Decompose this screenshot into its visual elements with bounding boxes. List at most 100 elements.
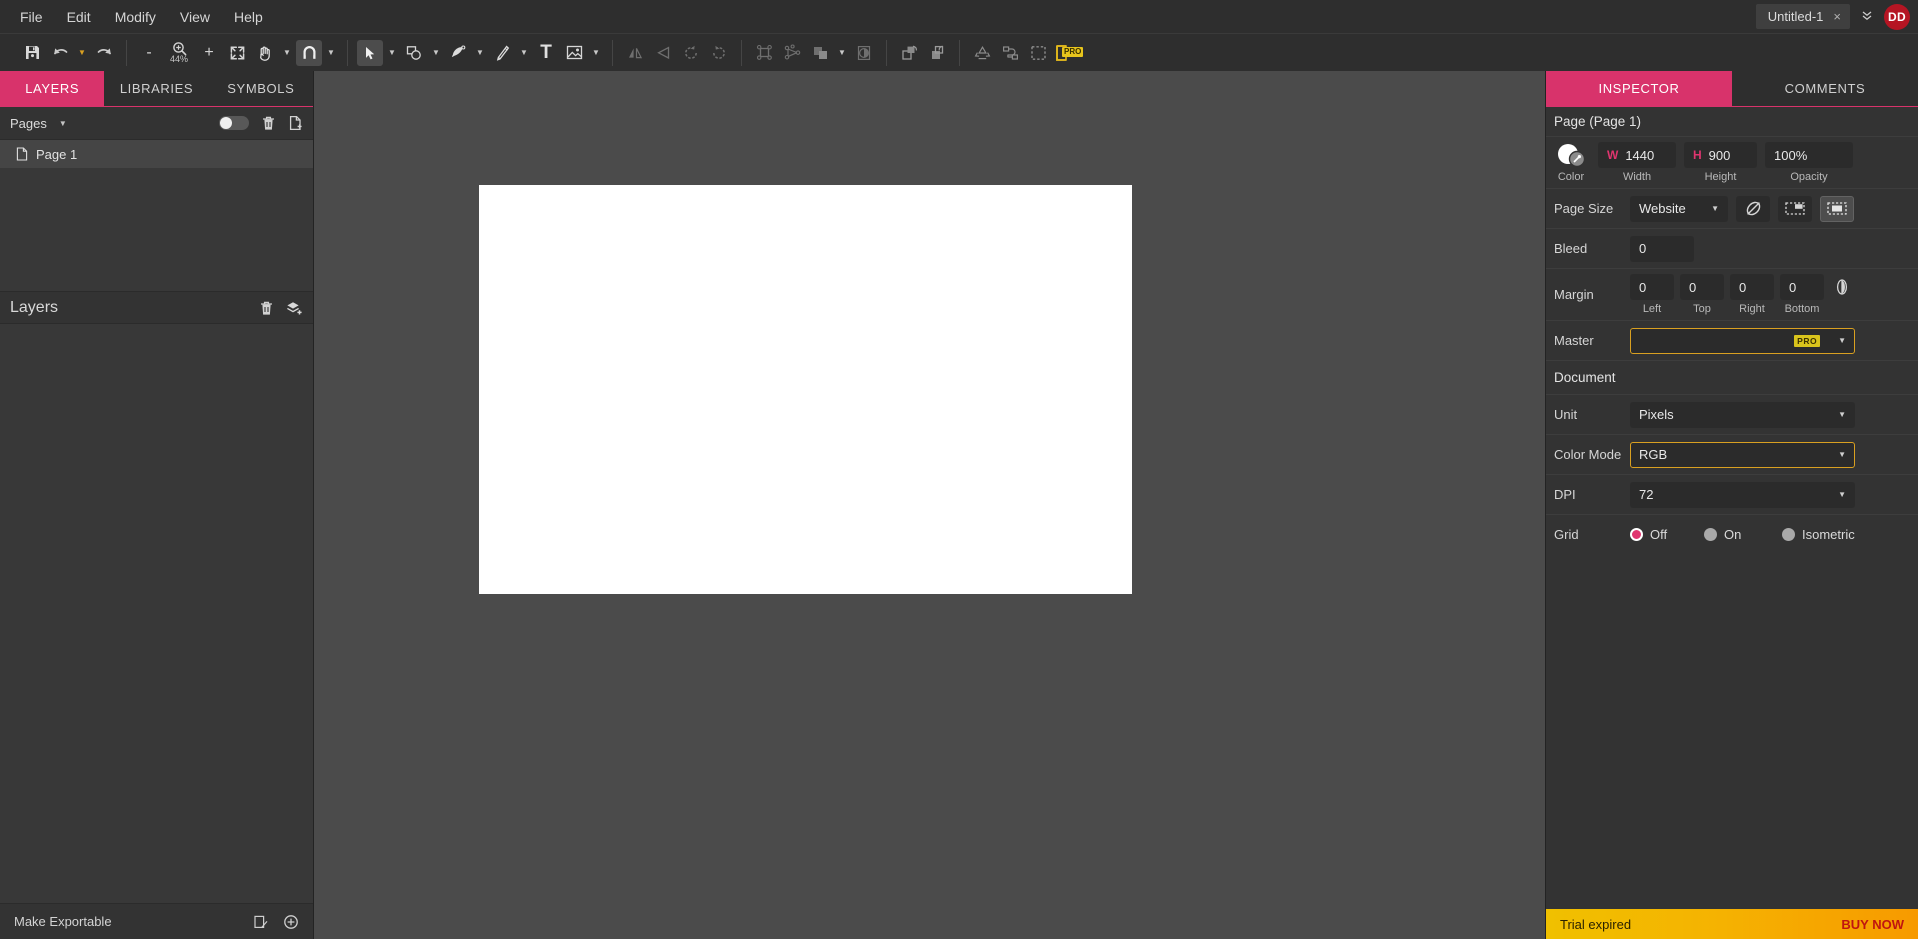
grid-option-off[interactable]: Off [1630,527,1704,542]
margin-bottom-label: Bottom [1784,303,1820,315]
select-dropdown-caret-icon[interactable]: ▼ [385,40,399,66]
mask-icon[interactable] [851,40,877,66]
flip-horizontal-icon[interactable] [622,40,648,66]
tab-libraries[interactable]: LIBRARIES [104,71,209,106]
toolbar-group-transform [613,34,741,72]
add-layer-icon[interactable] [286,300,303,316]
connector-icon[interactable] [997,40,1023,66]
snap-dropdown-caret-icon[interactable]: ▼ [324,40,338,66]
pen-tool-icon[interactable] [445,40,471,66]
send-backward-icon[interactable] [924,40,950,66]
undo-dropdown-caret-icon[interactable]: ▼ [75,40,89,66]
boolean-dropdown-caret-icon[interactable]: ▼ [835,40,849,66]
buy-now-button[interactable]: BUY NOW [1841,917,1904,932]
height-input[interactable]: H 900 [1684,142,1757,168]
document-tab[interactable]: Untitled-1 × [1755,4,1850,29]
unit-dropdown[interactable]: Pixels ▼ [1630,401,1855,428]
text-tool-icon[interactable]: T [533,40,559,66]
repeat-icon[interactable] [969,40,995,66]
bleed-input[interactable]: 0 [1630,235,1694,262]
hand-tool-dropdown-caret-icon[interactable]: ▼ [280,40,294,66]
canvas-area[interactable] [314,71,1545,939]
list-item[interactable]: Page 1 [0,140,313,168]
page-size-dropdown[interactable]: Website ▼ [1630,195,1728,222]
zoom-level-control[interactable]: 44% [164,41,194,64]
unit-value: Pixels [1639,407,1674,422]
grid-row: Grid Off On Isometric [1546,514,1918,554]
zoom-out-icon[interactable]: - [136,40,162,66]
pages-header: Pages ▼ [0,107,313,140]
shape-tool-icon[interactable] [401,40,427,66]
export-pro-icon[interactable]: PRO [1053,40,1084,66]
add-export-icon[interactable] [283,914,299,930]
pencil-dropdown-caret-icon[interactable]: ▼ [517,40,531,66]
magnet-snap-icon[interactable] [296,39,322,66]
chevron-down-icon[interactable] [1858,8,1876,25]
menu-item-edit[interactable]: Edit [55,4,103,30]
group-icon[interactable] [751,40,777,66]
orientation-landscape-icon[interactable] [1778,195,1812,222]
save-icon[interactable] [19,40,45,66]
selection-frame-icon[interactable] [1025,40,1051,66]
image-dropdown-caret-icon[interactable]: ▼ [589,40,603,66]
menu-item-modify[interactable]: Modify [103,4,168,30]
make-exportable-label: Make Exportable [14,914,112,929]
grid-option-isometric[interactable]: Isometric [1782,527,1855,542]
grid-option-on[interactable]: On [1704,527,1782,542]
toolbar-group-tools: ▼ ▼ ▼ ▼ T ▼ [348,34,612,72]
margin-right-value: 0 [1739,279,1747,295]
shape-dropdown-caret-icon[interactable]: ▼ [429,40,443,66]
menu-item-help[interactable]: Help [222,4,275,30]
menu-bar: File Edit Modify View Help Untitled-1 × … [0,0,1918,33]
flip-vertical-icon[interactable] [650,40,676,66]
color-mode-dropdown[interactable]: RGB ▼ [1630,441,1855,468]
tab-symbols[interactable]: SYMBOLS [208,71,313,106]
margin-left-input[interactable]: 0 [1630,274,1674,300]
hand-tool-icon[interactable] [252,40,278,66]
margin-bottom-input[interactable]: 0 [1780,274,1824,300]
dpi-label: DPI [1554,487,1576,502]
add-page-icon[interactable] [288,115,303,131]
width-input[interactable]: W 1440 [1598,142,1676,168]
avatar[interactable]: DD [1884,3,1910,30]
menu-item-file[interactable]: File [8,4,55,30]
export-settings-icon[interactable] [253,914,269,930]
margin-left-value: 0 [1639,279,1647,295]
pen-dropdown-caret-icon[interactable]: ▼ [473,40,487,66]
delete-layer-icon[interactable] [259,300,274,316]
tab-comments[interactable]: COMMENTS [1732,71,1918,106]
fit-screen-icon[interactable] [224,40,250,66]
undo-icon[interactable] [47,40,73,66]
tab-layers[interactable]: LAYERS [0,71,105,106]
ungroup-icon[interactable] [779,40,805,66]
rotate-right-icon[interactable] [706,40,732,66]
margin-link-icon[interactable] [1834,278,1850,296]
page-canvas[interactable] [479,185,1132,594]
orientation-rotate-icon[interactable] [1736,195,1770,222]
master-dropdown[interactable]: PRO ▼ [1630,327,1855,354]
image-tool-icon[interactable] [561,40,587,66]
opacity-input[interactable]: 100% [1765,142,1853,168]
color-swatch[interactable] [1554,142,1588,168]
tab-inspector[interactable]: INSPECTOR [1546,71,1732,106]
pages-visibility-toggle[interactable] [219,116,249,130]
margin-right-input[interactable]: 0 [1730,274,1774,300]
delete-page-icon[interactable] [261,115,276,131]
select-arrow-icon[interactable] [357,39,383,66]
trial-message: Trial expired [1560,916,1632,932]
rotate-left-icon[interactable] [678,40,704,66]
bring-forward-icon[interactable] [896,40,922,66]
zoom-in-icon[interactable]: + [196,40,222,66]
pencil-tool-icon[interactable] [489,40,515,66]
margin-top-input[interactable]: 0 [1680,274,1724,300]
chevron-down-icon[interactable]: ▼ [59,119,67,128]
application-window: File Edit Modify View Help Untitled-1 × … [0,0,1918,939]
orientation-centered-icon[interactable] [1820,195,1854,222]
close-icon[interactable]: × [1833,9,1841,24]
menu-item-view[interactable]: View [168,4,222,30]
page-color-control[interactable]: Color [1554,142,1588,183]
redo-icon[interactable] [91,40,117,66]
boolean-union-icon[interactable] [807,40,833,66]
right-panel-tabs: INSPECTOR COMMENTS [1546,71,1918,107]
dpi-dropdown[interactable]: 72 ▼ [1630,481,1855,508]
